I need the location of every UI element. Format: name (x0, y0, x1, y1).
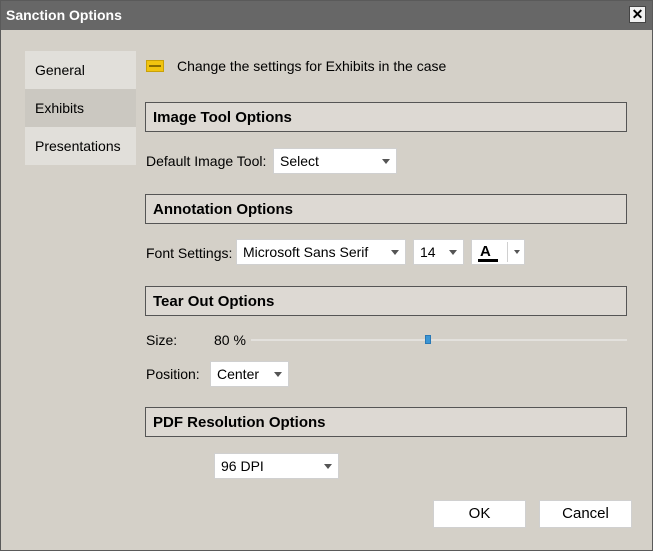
header-text: Change the settings for Exhibits in the … (177, 58, 447, 74)
font-color-letter: A (480, 243, 491, 260)
font-size-value: 14 (420, 244, 436, 260)
section-annotation: Annotation Options (145, 194, 627, 224)
sanction-options-dialog: Sanction Options ✕ General Exhibits Pres… (0, 0, 653, 551)
default-image-tool-value: Select (280, 153, 319, 169)
chevron-down-icon (274, 372, 282, 377)
window-title: Sanction Options (6, 7, 122, 23)
font-size-dropdown[interactable]: 14 (413, 239, 464, 265)
position-label: Position: (146, 366, 200, 382)
title-bar[interactable]: Sanction Options ✕ (1, 1, 652, 30)
nav-item-exhibits[interactable]: Exhibits (25, 89, 136, 127)
page-header: Change the settings for Exhibits in the … (146, 58, 626, 76)
cancel-button[interactable]: Cancel (539, 500, 632, 528)
font-family-value: Microsoft Sans Serif (243, 244, 369, 260)
position-dropdown[interactable]: Center (210, 361, 289, 387)
ok-button[interactable]: OK (433, 500, 526, 528)
position-value: Center (217, 366, 260, 382)
font-color-picker[interactable]: A (471, 239, 525, 265)
font-settings-label: Font Settings: (146, 245, 233, 261)
section-pdf-resolution: PDF Resolution Options (145, 407, 627, 437)
font-color-divider (507, 242, 508, 262)
close-button[interactable]: ✕ (629, 6, 646, 23)
chevron-down-icon (449, 250, 457, 255)
chevron-down-icon (391, 250, 399, 255)
font-color-swatch (478, 259, 498, 262)
pdf-resolution-value: 96 DPI (221, 458, 264, 474)
options-nav: General Exhibits Presentations (25, 51, 136, 165)
section-image-tool: Image Tool Options (145, 102, 627, 132)
chevron-down-icon (324, 464, 332, 469)
nav-item-general[interactable]: General (25, 51, 136, 89)
font-family-dropdown[interactable]: Microsoft Sans Serif (236, 239, 406, 265)
pdf-resolution-dropdown[interactable]: 96 DPI (214, 453, 339, 479)
default-image-tool-label: Default Image Tool: (146, 153, 267, 169)
size-label: Size: (146, 332, 178, 348)
section-tear-out: Tear Out Options (145, 286, 627, 316)
chevron-down-icon[interactable] (514, 250, 520, 254)
default-image-tool-dropdown[interactable]: Select (273, 148, 397, 174)
nav-item-presentations[interactable]: Presentations (25, 127, 136, 165)
exhibit-icon (146, 60, 164, 72)
size-slider-track[interactable] (251, 339, 627, 341)
size-value: 80 % (214, 332, 246, 348)
chevron-down-icon (382, 159, 390, 164)
size-slider-thumb[interactable] (425, 335, 431, 344)
